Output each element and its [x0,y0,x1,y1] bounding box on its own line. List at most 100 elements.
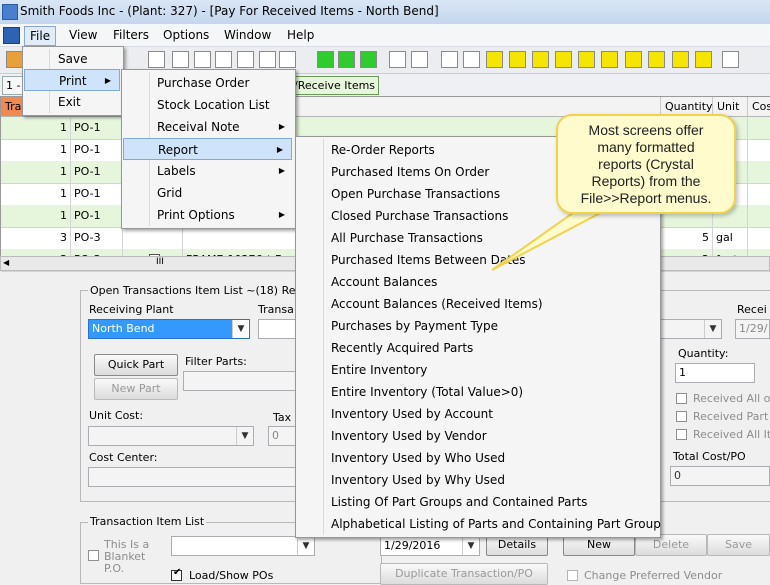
toolbar-green-icon[interactable] [360,51,377,68]
print-labels-label: Labels [157,164,196,178]
toolbar-yellow-icon[interactable] [486,51,503,68]
scroll-left-arrow-icon[interactable]: ◀ [3,258,9,267]
print-options[interactable]: Print Options ▶ [122,204,293,226]
toolbar-green-icon[interactable] [317,51,334,68]
menu-view[interactable]: View [64,26,102,44]
received-part-checkbox[interactable] [676,411,687,422]
transaction-item-select[interactable]: ▼ [171,536,315,556]
transaction-label: Transa [258,303,294,316]
toolbar-dollar-icon[interactable] [148,51,165,68]
toolbar-chart-icon[interactable] [194,51,211,68]
app-icon [2,4,18,20]
dropdown-arrow-icon[interactable]: ▼ [232,320,249,338]
dropdown-arrow-icon[interactable]: ▼ [704,320,721,338]
scroll-thumb-grip[interactable]: III [156,257,164,267]
menu-options[interactable]: Options [158,26,214,44]
toolbar-yellow-icon[interactable] [672,51,689,68]
cost-center-field[interactable] [88,467,298,487]
tax-field[interactable]: 0 [268,426,298,446]
submenu-arrow-icon: ▶ [278,210,285,219]
table-cell: PO-3 [71,227,123,249]
table-cell: PO-1 [71,139,123,161]
print-report-label: Report [158,143,198,157]
file-menu-print[interactable]: Print ▶ [24,69,120,91]
toolbar-yellow-icon[interactable] [578,51,595,68]
received-all-of-checkbox[interactable] [676,393,687,404]
report-menu-item[interactable]: Purchases by Payment Type [296,315,658,337]
toolbar-icon[interactable] [411,51,428,68]
report-menu-item[interactable]: Inventory Used by Why Used [296,469,658,491]
report-menu-item[interactable]: Inventory Used by Account [296,403,658,425]
total-cost-field[interactable]: 0 [670,466,770,486]
toolbar-yellow-icon[interactable] [532,51,549,68]
report-menu-item[interactable]: Inventory Used by Vendor [296,425,658,447]
column-header[interactable]: Cos [748,97,770,117]
toolbar-yellow-icon[interactable] [601,51,618,68]
load-show-pos-label: Load/Show POs [189,569,274,582]
callout-bubble: Most screens offer many formatted report… [556,114,736,214]
submenu-arrow-icon: ▶ [276,145,283,154]
table-cell: 5 [661,227,713,249]
receiving-plant-select[interactable]: North Bend ▼ [88,319,250,339]
menu-file[interactable]: File [24,26,57,46]
save-button[interactable]: Save [707,534,770,556]
right-dropdown[interactable]: ▼ [660,319,722,339]
toolbar-green-icon[interactable] [338,51,355,68]
file-menu-exit[interactable]: Exit [23,91,121,113]
report-menu-item[interactable]: Listing Of Part Groups and Contained Par… [296,491,658,513]
toolbar-dollar-icon[interactable] [279,51,296,68]
table-cell: 1 [1,139,71,161]
print-receival-note[interactable]: Receival Note ▶ [122,116,293,138]
file-menu-save[interactable]: Save [23,48,121,70]
toolbar-yellow-icon[interactable] [648,51,665,68]
print-grid[interactable]: Grid [122,182,293,204]
receive-date-field[interactable]: 1/29/ [735,319,770,339]
toolbar-icon[interactable] [463,51,480,68]
report-menu-item[interactable]: Alphabetical Listing of Parts and Contai… [296,513,661,535]
toolbar-bars-icon[interactable] [389,51,406,68]
print-report[interactable]: Report ▶ [123,138,292,160]
change-preferred-vendor-checkbox[interactable] [567,570,578,581]
table-cell: PO-1 [71,161,123,183]
report-menu-item[interactable]: Entire Inventory [296,359,658,381]
report-menu-item[interactable]: Inventory Used by Who Used [296,447,658,469]
toolbar-icon[interactable] [6,51,23,68]
blanket-po-checkbox[interactable] [88,550,99,561]
toolbar-key-icon[interactable] [722,51,739,68]
toolbar-icon[interactable] [441,51,458,68]
print-labels[interactable]: Labels ▶ [122,160,293,182]
received-all-items-checkbox[interactable] [676,429,687,440]
filter-parts-field[interactable] [183,371,298,391]
dropdown-arrow-icon[interactable]: ▼ [236,427,253,445]
toolbar-dollar-icon[interactable] [237,51,254,68]
toolbar-dollar-icon[interactable] [172,51,189,68]
dropdown-arrow-icon[interactable]: ▼ [297,537,314,555]
window-title: Smith Foods Inc - (Plant: 327) - [Pay Fo… [20,4,439,18]
callout-line: many formatted [597,139,695,155]
toolbar-yellow-icon[interactable] [695,51,712,68]
new-part-button[interactable]: New Part [94,378,178,400]
transaction-field[interactable] [258,319,298,339]
print-purchase-order[interactable]: Purchase Order [122,72,293,94]
toolbar-yellow-icon[interactable] [509,51,526,68]
toolbar-yellow-icon[interactable] [625,51,642,68]
received-all-of-label: Received All of [693,392,770,405]
report-menu-item[interactable]: Account Balances (Received Items) [296,293,658,315]
menu-window[interactable]: Window [219,26,276,44]
quick-part-button[interactable]: Quick Part [94,354,178,376]
tab-receive-items[interactable]: /Receive Items [290,76,380,95]
mdi-app-icon[interactable] [3,27,20,44]
quantity-field[interactable]: 1 [675,363,755,383]
dropdown-arrow-icon[interactable]: ▼ [462,537,479,555]
report-menu-item[interactable]: Recently Acquired Parts [296,337,658,359]
report-menu-item[interactable]: Entire Inventory (Total Value>0) [296,381,658,403]
print-stock-location-list[interactable]: Stock Location List [122,94,293,116]
menu-filters[interactable]: Filters [108,26,154,44]
file-menu-print-label: Print [59,74,87,88]
unit-cost-select[interactable]: ▼ [88,426,254,446]
menu-help[interactable]: Help [282,26,319,44]
toolbar-dollar-icon[interactable] [215,51,232,68]
transaction-date-field[interactable]: 1/29/2016 ▼ [380,536,480,556]
toolbar-chart-icon[interactable] [259,51,276,68]
toolbar-yellow-icon[interactable] [555,51,572,68]
